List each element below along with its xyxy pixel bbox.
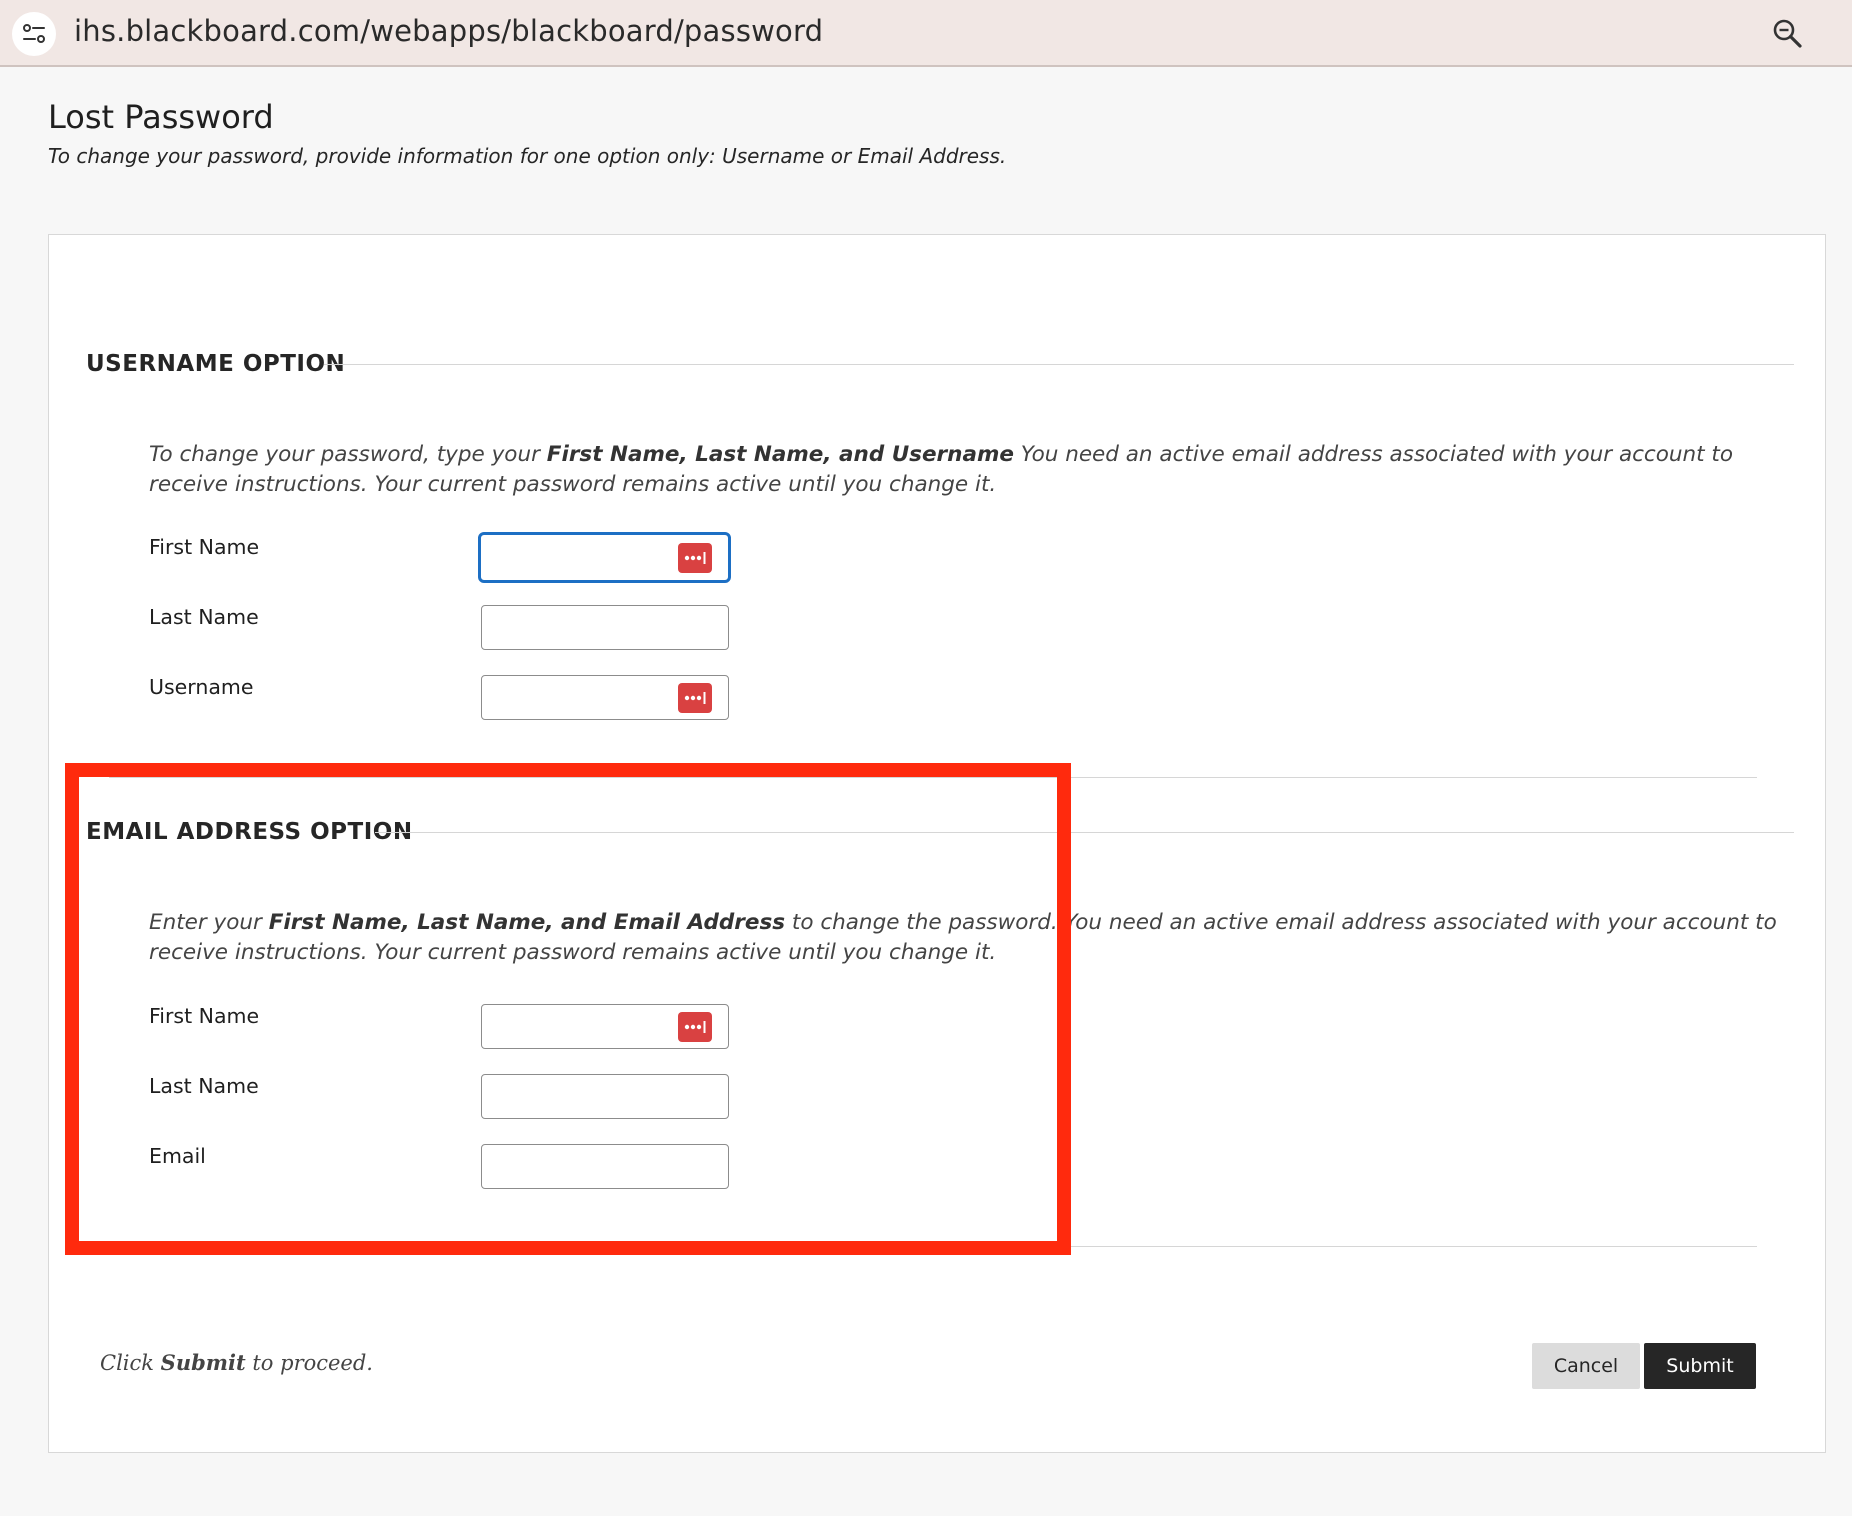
username-option-heading: USERNAME OPTION — [86, 351, 346, 377]
cancel-button[interactable]: Cancel — [1532, 1343, 1640, 1389]
password-manager-icon[interactable] — [678, 542, 712, 573]
email-option-instructions: Enter your First Name, Last Name, and Em… — [149, 910, 1777, 965]
username-option-username-label: Username — [149, 675, 254, 699]
submit-button[interactable]: Submit — [1644, 1343, 1756, 1389]
zoom-icon[interactable] — [1772, 18, 1804, 50]
lost-password-form: USERNAME OPTION To change your password,… — [48, 234, 1826, 1453]
password-manager-icon[interactable] — [678, 682, 712, 713]
section-divider — [324, 364, 1794, 365]
email-option-last-name-input[interactable] — [481, 1074, 729, 1119]
tune-icon — [23, 24, 45, 43]
section-divider — [109, 777, 1757, 778]
page-subtitle: To change your password, provide informa… — [48, 144, 1007, 168]
email-option-first-name-input[interactable] — [481, 1004, 729, 1049]
section-divider — [109, 1246, 1757, 1247]
username-option-username-input[interactable] — [481, 675, 729, 720]
email-option-email-label: Email — [149, 1144, 206, 1168]
site-settings-button[interactable] — [12, 12, 56, 56]
submit-hint: Click Submit to proceed. — [100, 1350, 373, 1375]
url-text[interactable]: ihs.blackboard.com/webapps/blackboard/pa… — [74, 14, 823, 48]
email-option-last-name-label: Last Name — [149, 1074, 259, 1098]
section-divider — [375, 832, 1794, 833]
email-option-email-input[interactable] — [481, 1144, 729, 1189]
password-manager-icon[interactable] — [678, 1011, 712, 1042]
email-option-heading: EMAIL ADDRESS OPTION — [86, 819, 413, 845]
browser-address-bar: ihs.blackboard.com/webapps/blackboard/pa… — [0, 0, 1852, 67]
username-option-first-name-input[interactable] — [478, 532, 731, 583]
username-option-first-name-label: First Name — [149, 535, 260, 559]
username-option-last-name-input[interactable] — [481, 605, 729, 650]
username-option-last-name-label: Last Name — [149, 605, 259, 629]
username-option-instructions: To change your password, type your First… — [149, 442, 1734, 497]
page-title: Lost Password — [48, 98, 274, 136]
email-option-first-name-label: First Name — [149, 1004, 260, 1028]
